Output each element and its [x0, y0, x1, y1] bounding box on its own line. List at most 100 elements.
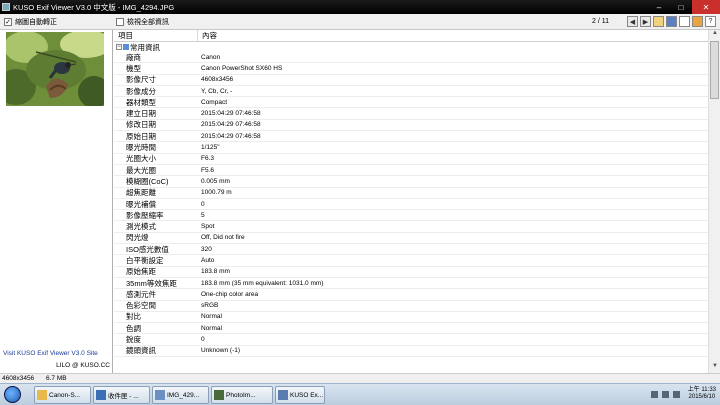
auto-rotate-checkbox[interactable]: ✓ 縮圖自動轉正	[4, 17, 57, 27]
settings-icon[interactable]	[692, 16, 703, 27]
show-all-checkbox[interactable]: 檢視全部資訊	[116, 17, 169, 27]
table-row[interactable]: 原始焦距 183.8 mm	[114, 267, 708, 278]
row-value: Canon PowerShot SX60 HS	[201, 64, 283, 72]
table-row[interactable]: 測光模式 Spot	[114, 221, 708, 233]
row-value: 4608x3456	[201, 76, 234, 84]
table-row[interactable]: 超焦距離 1000.79 m	[114, 188, 708, 199]
table-row[interactable]: 曝光時間 1/125"	[114, 142, 708, 154]
taskbar-button[interactable]: IMG_429...	[152, 386, 209, 404]
table-row[interactable]: 鏡頭資訊 Unknown (-1)	[114, 346, 708, 358]
row-value: Normal	[201, 324, 222, 332]
row-value: 320	[201, 245, 212, 253]
taskbar: Canon-S... 收件匣 - ... IMG_429... PhotoIm... K…	[0, 383, 720, 405]
row-key: 建立日期	[126, 109, 156, 119]
row-value: 1/125"	[201, 144, 220, 152]
title-bar: KUSO Exif Viewer V3.0 中文版 - IMG_4294.JPG…	[0, 0, 720, 14]
table-row[interactable]: 光圈大小 F6.3	[114, 154, 708, 165]
table-row[interactable]: 原始日期 2015:04:29 07:46:58	[114, 131, 708, 143]
row-key: 色彩空間	[126, 301, 156, 311]
minimize-button[interactable]: –	[648, 0, 670, 14]
taskbar-button-label: KUSO Ex...	[290, 391, 324, 399]
table-row[interactable]: 曝光補償 0	[114, 199, 708, 211]
table-row[interactable]: 修改日期 2015:04:29 07:46:58	[114, 120, 708, 132]
table-row[interactable]: 模糊圈(CoC) 0.005 mm	[114, 176, 708, 188]
row-key: 原始焦距	[126, 267, 156, 277]
row-key: 白平衡設定	[126, 256, 164, 265]
volume-icon[interactable]	[672, 390, 680, 398]
table-row[interactable]: 影像尺寸 4608x3456	[114, 75, 708, 86]
row-value: 183.8 mm	[201, 268, 230, 276]
column-header-item[interactable]: 項目	[114, 30, 198, 41]
table-row[interactable]: 器材類型 Compact	[114, 97, 708, 109]
maximize-button[interactable]: □	[670, 0, 692, 14]
window-controls: – □ ✕	[648, 0, 720, 14]
status-dimensions: 4608x3456	[2, 375, 35, 382]
table-row[interactable]: 銳度 0	[114, 334, 708, 346]
row-value: 0.005 mm	[201, 177, 230, 185]
save-icon[interactable]	[666, 16, 677, 27]
clock-date: 2015/6/10	[688, 394, 716, 400]
checkbox-unchecked-icon[interactable]	[116, 17, 124, 26]
left-panel: Visit KUSO Exif Viewer V3.0 Site LILO @ …	[0, 30, 113, 373]
table-row[interactable]: 白平衡設定 Auto	[114, 255, 708, 267]
table-row[interactable]: ISO感光數值 320	[114, 244, 708, 256]
group-row-common[interactable]: − 常用資訊	[114, 42, 708, 52]
credit-text: LILO @ KUSO.CC	[56, 362, 110, 369]
table-row[interactable]: 廠商 Canon	[114, 52, 708, 64]
row-key: 銳度	[126, 335, 141, 345]
table-row[interactable]: 感測元件 One-chip color area	[114, 289, 708, 301]
scroll-up-icon[interactable]: ▲	[709, 30, 720, 40]
image-icon	[155, 390, 165, 400]
row-key: 測光模式	[126, 222, 156, 232]
row-value: 5	[201, 211, 205, 219]
row-value: 2015:04:29 07:46:58	[201, 110, 261, 118]
site-link[interactable]: Visit KUSO Exif Viewer V3.0 Site	[3, 350, 98, 357]
copy-icon[interactable]	[679, 16, 690, 27]
scroll-thumb[interactable]	[710, 41, 719, 99]
table-row[interactable]: 建立日期 2015:04:29 07:46:58	[114, 108, 708, 120]
row-value: One-chip color area	[201, 290, 259, 298]
table-row[interactable]: 最大光圈 F5.6	[114, 165, 708, 177]
row-key: 原始日期	[126, 131, 156, 141]
tray-arrow-icon[interactable]	[650, 390, 658, 398]
start-button[interactable]	[4, 386, 21, 403]
scroll-down-icon[interactable]: ▼	[709, 363, 720, 373]
column-header-content[interactable]: 內容	[198, 30, 217, 41]
table-row[interactable]: 閃光燈 Off, Did not fire	[114, 233, 708, 245]
row-value: Normal	[201, 313, 222, 321]
row-value: 183.8 mm (35 mm equivalent: 1031.0 mm)	[201, 279, 324, 287]
taskbar-button[interactable]: PhotoIm...	[211, 386, 273, 404]
network-icon[interactable]	[661, 390, 669, 398]
row-key: 影像尺寸	[126, 75, 156, 85]
close-button[interactable]: ✕	[692, 0, 720, 14]
vertical-scrollbar[interactable]: ▲ ▼	[708, 30, 720, 373]
table-row[interactable]: 對比 Normal	[114, 312, 708, 324]
table-row[interactable]: 色調 Normal	[114, 323, 708, 335]
photo-thumbnail[interactable]	[6, 32, 104, 106]
row-key: 器材類型	[126, 97, 156, 107]
taskbar-button[interactable]: Canon-S...	[34, 386, 91, 404]
row-value: F6.3	[201, 155, 215, 163]
open-folder-icon[interactable]	[653, 16, 664, 27]
taskbar-button[interactable]: 收件匣 - ...	[93, 386, 150, 404]
collapse-icon[interactable]: −	[116, 44, 122, 50]
table-row[interactable]: 影像壓縮率 5	[114, 210, 708, 222]
table-row[interactable]: 機型 Canon PowerShot SX60 HS	[114, 63, 708, 75]
taskbar-button-label: 收件匣 - ...	[108, 393, 139, 400]
row-key: 超焦距離	[126, 188, 156, 198]
clock[interactable]: 上午 11:33 2015/6/10	[688, 387, 716, 401]
help-icon[interactable]: ?	[705, 16, 716, 27]
table-row[interactable]: 35mm等效焦距 183.8 mm (35 mm equivalent: 1031…	[114, 278, 708, 290]
next-icon[interactable]: ▶	[640, 16, 651, 27]
row-value: Off, Did not fire	[201, 234, 245, 242]
taskbar-button[interactable]: KUSO Ex...	[275, 386, 325, 404]
table-row[interactable]: 影像成分 Y, Cb, Cr, -	[114, 86, 708, 98]
table-row[interactable]: 色彩空間 sRGB	[114, 301, 708, 312]
prev-icon[interactable]: ◀	[627, 16, 638, 27]
row-key: 修改日期	[126, 120, 156, 130]
row-key: 對比	[126, 312, 141, 322]
row-key: 感測元件	[126, 289, 156, 299]
row-key: 廠商	[126, 52, 141, 62]
row-key: 曝光補償	[126, 199, 156, 209]
checkbox-checked-icon[interactable]: ✓	[4, 17, 12, 26]
